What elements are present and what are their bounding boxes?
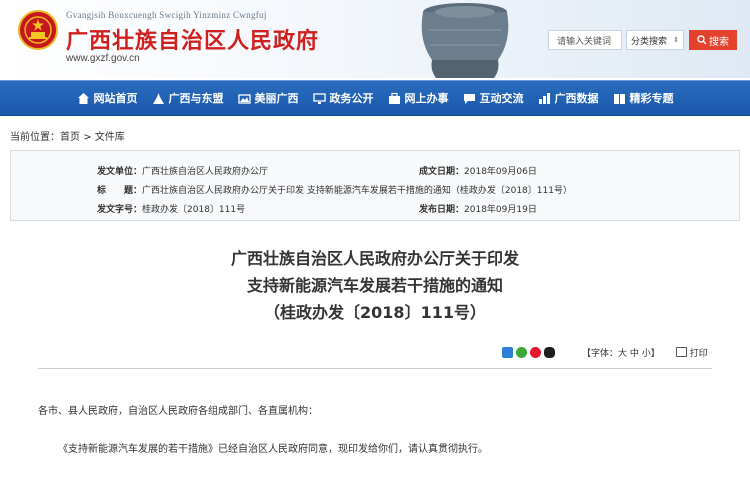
home-icon [77, 92, 89, 104]
breadcrumb-prefix: 当前位置： [10, 132, 60, 143]
search-button-label: 搜索 [709, 36, 729, 48]
nav-item-label: 政务公开 [329, 92, 374, 105]
scenery-icon [237, 93, 251, 104]
document-title-line-3: （桂政办发〔2018〕111号） [264, 303, 486, 322]
wechat-share-icon[interactable] [516, 346, 527, 358]
docno-label: 发文字号： [97, 205, 143, 215]
breadcrumb: 当前位置：首页 > 文件库 [10, 128, 125, 143]
issuer-value: 广西壮族自治区人民政府办公厅 [142, 167, 269, 177]
site-header: Gvangjsih Bouxcuengh Swcigih Yinzminz Cw… [0, 0, 750, 78]
chart-icon [538, 92, 550, 104]
breadcrumb-separator: > [83, 132, 92, 143]
published-date-value: 2018年09月19日 [464, 205, 537, 215]
search-button[interactable]: 搜索 [689, 30, 737, 50]
content-divider [38, 368, 712, 369]
docno-row: 发文字号：桂政办发〔2018〕111号 [97, 202, 245, 215]
nav-item-label: 广西数据 [554, 92, 599, 105]
search-category-label: 分类搜索 [631, 36, 668, 47]
nav-item-label: 网站首页 [93, 92, 138, 105]
site-latin-name: Gvangjsih Bouxcuengh Swcigih Yinzminz Cw… [66, 10, 267, 20]
nav-item-online-services[interactable]: 网上办事 [381, 81, 456, 115]
updown-caret-icon: ⇕ [673, 36, 679, 44]
nav-item-label: 美丽广西 [254, 92, 299, 105]
breadcrumb-home-link[interactable]: 首页 [60, 132, 80, 143]
printer-icon[interactable] [675, 347, 687, 357]
breadcrumb-current-link[interactable]: 文件库 [95, 132, 125, 143]
issuer-row: 发文单位：广西壮族自治区人民政府办公厅 [97, 164, 268, 177]
body-paragraph: 《支持新能源汽车发展的若干措施》已经自治区人民政府同意，现印发给你们，请认真贯彻… [58, 444, 488, 455]
search-category-select[interactable]: 分类搜索 ⇕ [626, 30, 684, 50]
nav-item-label: 精彩专题 [629, 92, 674, 105]
nav-item-label: 网上办事 [404, 92, 449, 105]
nav-item-asean[interactable]: 广西与东盟 [145, 81, 231, 115]
issuer-label: 发文单位： [97, 167, 143, 177]
search-icon [697, 35, 707, 45]
site-url: www.gxzf.gov.cn [66, 53, 140, 64]
title-value: 广西壮族自治区人民政府办公厅关于印发 支持新能源汽车发展若干措施的通知（桂政办发… [142, 186, 572, 196]
docno-value: 桂政办发〔2018〕111号 [142, 205, 246, 215]
salutation-paragraph: 各市、县人民政府，自治区人民政府各组成部门、各直属机构： [38, 406, 318, 417]
monitor-icon [312, 92, 326, 104]
published-date-label: 发布日期： [419, 205, 465, 215]
bronze-drum-icon [421, 3, 509, 78]
book-icon [613, 93, 625, 104]
weibo-share-icon[interactable] [530, 346, 541, 358]
document-tools: 【字体：大 中 小】 打印 [502, 345, 708, 359]
qzone-share-icon[interactable] [502, 346, 513, 358]
site-title[interactable]: 广西壮族自治区人民政府 [66, 23, 319, 55]
nav-item-open-government[interactable]: 政务公开 [306, 81, 381, 115]
document-title-line-1: 广西壮族自治区人民政府办公厅关于印发 [230, 249, 519, 268]
written-date-value: 2018年09月06日 [464, 167, 537, 177]
nav-item-beautiful-guangxi[interactable]: 美丽广西 [231, 81, 306, 115]
nav-item-guangxi-data[interactable]: 广西数据 [531, 81, 606, 115]
document-title-line-2: 支持新能源汽车发展若干措施的通知 [246, 276, 503, 295]
written-date-row: 成文日期：2018年09月06日 [419, 164, 537, 177]
written-date-label: 成文日期： [419, 167, 465, 177]
nav-item-home[interactable]: 网站首页 [70, 81, 145, 115]
qq-share-icon[interactable] [544, 346, 555, 358]
briefcase-icon [388, 92, 400, 104]
nav-item-interaction[interactable]: 互动交流 [456, 81, 531, 115]
national-emblem-icon [18, 10, 58, 50]
nav-item-label: 广西与东盟 [168, 92, 224, 105]
nav-item-featured-topics[interactable]: 精彩专题 [606, 81, 681, 115]
landmark-icon [152, 92, 164, 104]
main-nav: 网站首页 广西与东盟 美丽广西 政务公开 网上办事 互动交流 广西数据 精彩专题 [0, 80, 750, 116]
chat-icon [463, 93, 475, 104]
document-title: 广西壮族自治区人民政府办公厅关于印发 支持新能源汽车发展若干措施的通知 （桂政办… [0, 245, 750, 326]
document-info-box: 发文单位：广西壮族自治区人民政府办公厅 成文日期：2018年09月06日 标 题… [10, 150, 740, 221]
nav-item-label: 互动交流 [479, 92, 524, 105]
title-row: 标 题：广西壮族自治区人民政府办公厅关于印发 支持新能源汽车发展若干措施的通知（… [97, 183, 572, 196]
search-input[interactable]: 请输入关键词 [548, 30, 622, 50]
print-link[interactable]: 打印 [690, 346, 708, 359]
published-date-row: 发布日期：2018年09月19日 [419, 202, 537, 215]
title-label: 标 题： [97, 186, 143, 196]
font-size-selector[interactable]: 【字体：大 中 小】 [582, 346, 660, 359]
